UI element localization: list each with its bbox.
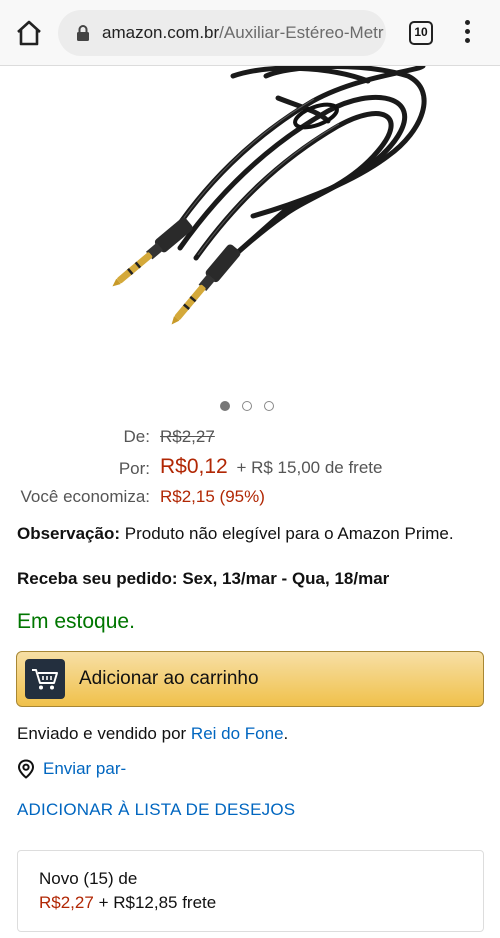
savings-label: Você economiza: (20, 487, 150, 506)
image-carousel-dots (220, 401, 274, 411)
url-host: amazon.com.br (102, 23, 220, 42)
url-text: amazon.com.br/Auxiliar-Estéreo-Metr (102, 23, 384, 43)
list-price-value: R$2,27 (160, 427, 215, 446)
sale-price-value: R$0,12 (160, 455, 228, 478)
ship-to-label: Enviar par- (43, 759, 127, 778)
seller-link[interactable]: Rei do Fone (191, 724, 284, 743)
seller-suffix: . (283, 724, 289, 743)
product-image[interactable] (28, 66, 448, 384)
add-to-cart-label: Adicionar ao carrinho (79, 668, 259, 689)
list-price-label: De: (123, 427, 150, 446)
offers-shipping: + R$12,85 frete (98, 893, 217, 912)
home-icon[interactable] (14, 18, 44, 48)
address-bar[interactable]: amazon.com.br/Auxiliar-Estéreo-Metr (58, 10, 386, 56)
offers-price-line: R$2,27 + R$12,85 frete (39, 891, 483, 915)
other-offers-box[interactable]: Novo (15) de R$2,27 + R$12,85 frete (17, 850, 484, 932)
add-to-wishlist-link[interactable]: ADICIONAR À LISTA DE DESEJOS (17, 800, 295, 820)
sale-price-row: Por: R$0,12 + R$ 15,00 de frete (0, 455, 500, 483)
shipping-note: + R$ 15,00 de frete (236, 458, 383, 477)
observation-label: Observação: (17, 524, 120, 543)
sale-price-label: Por: (118, 459, 150, 478)
carousel-dot[interactable] (264, 401, 274, 411)
add-to-cart-button[interactable]: Adicionar ao carrinho (16, 651, 484, 707)
browser-toolbar: amazon.com.br/Auxiliar-Estéreo-Metr 10 (0, 0, 500, 66)
location-pin-icon (17, 759, 35, 779)
ship-to-link[interactable]: Enviar par- (17, 759, 126, 779)
offers-price: R$2,27 (39, 893, 94, 912)
observation-text: Produto não elegível para o Amazon Prime… (124, 524, 454, 543)
seller-info: Enviado e vendido por Rei do Fone. (17, 724, 288, 744)
delivery-estimate: Receba seu pedido: Sex, 13/mar - Qua, 18… (17, 569, 390, 588)
cart-icon (25, 659, 65, 699)
tab-switcher-button[interactable]: 10 (409, 21, 433, 45)
prime-observation: Observação: Produto não elegível para o … (17, 524, 454, 544)
stock-status: Em estoque. (17, 610, 135, 633)
url-path: /Auxiliar-Estéreo-Metr (219, 23, 384, 42)
carousel-dot[interactable] (220, 401, 230, 411)
lock-icon (77, 25, 89, 41)
more-options-icon[interactable] (460, 20, 474, 46)
seller-prefix: Enviado e vendido por (17, 724, 187, 743)
carousel-dot[interactable] (242, 401, 252, 411)
savings-value: R$2,15 (95%) (160, 487, 265, 506)
offers-title: Novo (15) de (39, 869, 138, 888)
